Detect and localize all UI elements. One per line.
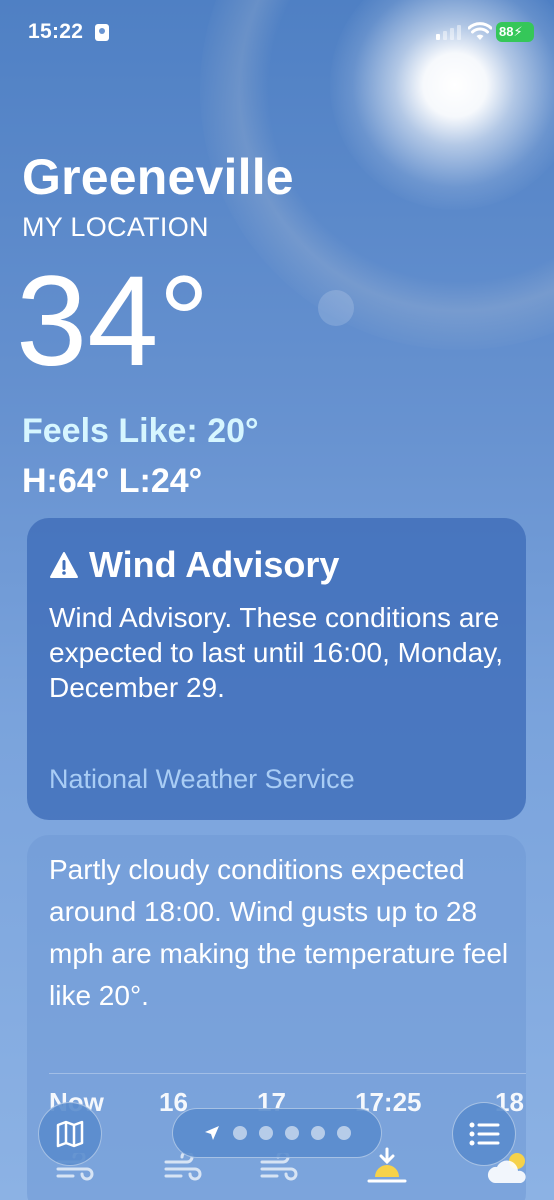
battery-level: 88	[499, 24, 514, 39]
wifi-icon	[468, 22, 492, 40]
page-dot[interactable]	[311, 1126, 325, 1140]
page-dot[interactable]	[337, 1126, 351, 1140]
advisory-source-link[interactable]: National Weather Service	[49, 764, 355, 795]
high-low: H:64° L:24°	[22, 462, 203, 500]
location-subtitle: MY LOCATION	[22, 212, 209, 242]
map-icon	[56, 1120, 84, 1148]
location-name: Greeneville	[22, 149, 294, 205]
forecast-summary: Partly cloudy conditions expected around…	[49, 854, 509, 1011]
contact-card-icon	[95, 24, 109, 41]
battery-indicator: 88⚡	[496, 22, 534, 42]
advisory-title: Wind Advisory	[89, 544, 340, 585]
wind-advisory-card[interactable]: Wind Advisory Wind Advisory. These condi…	[27, 518, 526, 820]
page-dot[interactable]	[285, 1126, 299, 1140]
current-temperature: 34°	[16, 250, 210, 393]
advisory-header: Wind Advisory	[49, 544, 339, 586]
charging-bolt-icon: ⚡	[513, 24, 523, 39]
feels-like: Feels Like: 20°	[22, 412, 259, 450]
page-indicator[interactable]	[172, 1108, 382, 1158]
advisory-body: Wind Advisory. These conditions are expe…	[49, 602, 503, 703]
status-time: 15:22	[28, 20, 84, 43]
status-bar: 15:22 88⚡	[0, 0, 554, 64]
divider	[49, 1073, 526, 1074]
cellular-signal-icon	[436, 24, 461, 40]
lens-flare	[318, 290, 354, 326]
page-dot[interactable]	[259, 1126, 273, 1140]
location-arrow-icon	[205, 1126, 219, 1140]
location-list-button[interactable]	[452, 1102, 516, 1166]
page-dot[interactable]	[233, 1126, 247, 1140]
warning-icon	[50, 552, 78, 578]
list-icon	[469, 1122, 500, 1146]
map-button[interactable]	[38, 1102, 102, 1166]
bottom-toolbar	[0, 1090, 554, 1200]
